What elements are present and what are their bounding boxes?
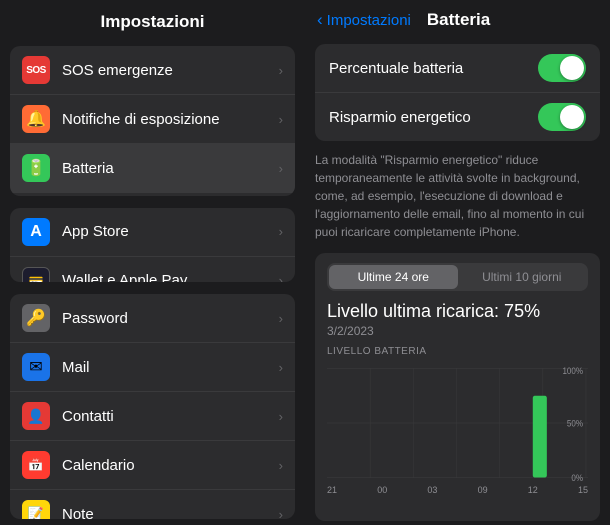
calendar-icon: 📅: [22, 451, 50, 479]
chevron-icon: ›: [279, 360, 283, 375]
charge-level: Livello ultima ricarica: 75%: [327, 301, 588, 322]
appstore-icon: A: [22, 218, 50, 246]
left-title: Impostazioni: [101, 12, 205, 31]
sidebar-item-battery[interactable]: 🔋 Batteria ›: [10, 144, 295, 193]
chevron-icon: ›: [279, 112, 283, 127]
percentage-toggle-item: Percentuale batteria: [315, 44, 600, 93]
chevron-icon: ›: [279, 273, 283, 282]
x-label-00: 00: [377, 485, 387, 495]
sidebar-item-mail[interactable]: ✉ Mail ›: [10, 343, 295, 392]
sidebar-item-appstore[interactable]: A App Store ›: [10, 208, 295, 257]
percentage-label: Percentuale batteria: [329, 60, 538, 77]
battery-header: ‹ Impostazioni Batteria: [305, 0, 610, 38]
x-label-09: 09: [478, 485, 488, 495]
chart-tabs: Ultime 24 ore Ultimi 10 giorni: [327, 263, 588, 291]
saving-label: Risparmio energetico: [329, 109, 538, 126]
chevron-icon: ›: [279, 409, 283, 424]
settings-group-3: 🔑 Password › ✉ Mail › 👤 Contatti › 📅 Cal…: [10, 294, 295, 519]
mail-label: Mail: [62, 359, 279, 376]
contacts-label: Contatti: [62, 408, 279, 425]
sidebar-item-calendar[interactable]: 📅 Calendario ›: [10, 441, 295, 490]
sos-label: SOS emergenze: [62, 62, 279, 79]
svg-text:50%: 50%: [567, 418, 584, 428]
charge-date: 3/2/2023: [327, 324, 588, 338]
x-label-15: 15: [578, 485, 588, 495]
tab-24h[interactable]: Ultime 24 ore: [329, 265, 458, 289]
chevron-icon: ›: [279, 224, 283, 239]
notes-label: Note: [62, 506, 279, 519]
sidebar-item-privacy[interactable]: ✋ Privacy e sicurezza ›: [10, 193, 295, 196]
x-label-03: 03: [427, 485, 437, 495]
sidebar-item-contacts[interactable]: 👤 Contatti ›: [10, 392, 295, 441]
battery-title: Batteria: [427, 10, 490, 30]
notifications-label: Notifiche di esposizione: [62, 111, 279, 128]
battery-level-label: LIVELLO BATTERIA: [327, 346, 588, 357]
saving-toggle[interactable]: [538, 103, 586, 131]
x-label-12: 12: [528, 485, 538, 495]
chevron-icon: ›: [279, 458, 283, 473]
calendar-label: Calendario: [62, 457, 279, 474]
sidebar-item-sos[interactable]: SOS SOS emergenze ›: [10, 46, 295, 95]
chart-svg: 100% 50% 0%: [327, 363, 588, 483]
notifications-icon: 🔔: [22, 105, 50, 133]
left-panel: Impostazioni SOS SOS emergenze › 🔔 Notif…: [0, 0, 305, 525]
tab-10d[interactable]: Ultimi 10 giorni: [458, 265, 587, 289]
wallet-icon: 💳: [22, 267, 50, 282]
back-label: Impostazioni: [327, 12, 411, 29]
sidebar-item-notes[interactable]: 📝 Note ›: [10, 490, 295, 519]
chevron-icon: ›: [279, 507, 283, 519]
password-label: Password: [62, 310, 279, 327]
appstore-label: App Store: [62, 223, 279, 240]
chevron-icon: ›: [279, 161, 283, 176]
chevron-icon: ›: [279, 63, 283, 78]
battery-toggles-group: Percentuale batteria Risparmio energetic…: [315, 44, 600, 141]
key-icon: 🔑: [22, 304, 50, 332]
notes-icon: 📝: [22, 500, 50, 519]
left-header: Impostazioni: [0, 0, 305, 40]
battery-chart-container: Ultime 24 ore Ultimi 10 giorni Livello u…: [315, 253, 600, 521]
back-chevron-icon: ‹: [317, 10, 323, 30]
right-panel: ‹ Impostazioni Batteria Percentuale batt…: [305, 0, 610, 525]
sidebar-item-notifications[interactable]: 🔔 Notifiche di esposizione ›: [10, 95, 295, 144]
contacts-icon: 👤: [22, 402, 50, 430]
mail-icon: ✉: [22, 353, 50, 381]
back-button[interactable]: ‹ Impostazioni: [317, 10, 411, 30]
sidebar-item-password[interactable]: 🔑 Password ›: [10, 294, 295, 343]
sidebar-item-wallet[interactable]: 💳 Wallet e Apple Pay ›: [10, 257, 295, 282]
battery-chart: 100% 50% 0%: [327, 363, 588, 483]
wallet-label: Wallet e Apple Pay: [62, 272, 279, 282]
chevron-icon: ›: [279, 311, 283, 326]
svg-text:0%: 0%: [571, 472, 583, 482]
saving-toggle-item: Risparmio energetico: [315, 93, 600, 141]
sos-icon: SOS: [22, 56, 50, 84]
saving-info-text: La modalità "Risparmio energetico" riduc…: [315, 151, 600, 241]
svg-text:100%: 100%: [562, 366, 583, 376]
percentage-toggle[interactable]: [538, 54, 586, 82]
x-label-21: 21: [327, 485, 337, 495]
chart-x-labels: 21 00 03 09 12 15: [327, 485, 588, 495]
battery-label: Batteria: [62, 160, 279, 177]
battery-icon: 🔋: [22, 154, 50, 182]
settings-group-2: A App Store › 💳 Wallet e Apple Pay ›: [10, 208, 295, 282]
settings-group-1: SOS SOS emergenze › 🔔 Notifiche di espos…: [10, 46, 295, 196]
